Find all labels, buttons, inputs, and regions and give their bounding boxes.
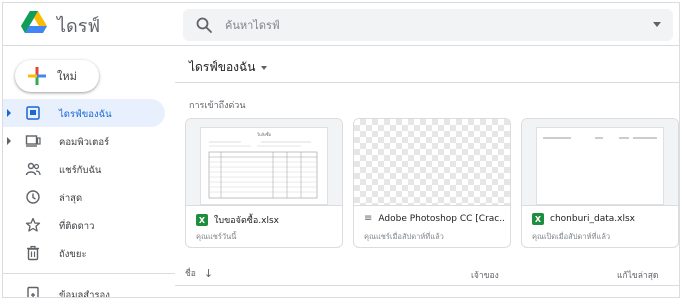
sidebar-item-trash[interactable]: ถังขยะ	[3, 239, 165, 267]
sidebar-item-backups[interactable]: ข้อมูลสำรอง	[3, 280, 165, 298]
file-thumbnail	[522, 119, 678, 205]
file-thumbnail	[354, 119, 510, 205]
clock-icon	[26, 190, 40, 204]
file-activity: คุณแชร์เมื่อสัปดาห์ที่แล้ว	[364, 232, 444, 241]
new-button[interactable]: ใหม่	[15, 60, 99, 92]
sidebar-item-label: ถังขยะ	[59, 249, 87, 260]
shared-icon	[25, 162, 41, 176]
column-name-header[interactable]: ชื่อ ↓	[185, 266, 213, 280]
search-icon[interactable]	[195, 16, 213, 34]
expand-caret-icon[interactable]	[7, 137, 11, 145]
sidebar-item-label: ข้อมูลสำรอง	[59, 290, 110, 298]
card-divider	[186, 205, 342, 206]
generic-file-icon: ≡	[364, 213, 373, 224]
file-name-text: chonburi_data.xlsx	[550, 214, 635, 224]
sheet-preview-graphic	[543, 137, 657, 139]
file-card[interactable]: ≡ Adobe Photoshop CC [Crac... คุณแชร์เมื…	[353, 118, 511, 248]
search-options-chevron-down-icon[interactable]	[653, 22, 661, 27]
sidebar-item-computers[interactable]: คอมพิวเตอร์	[3, 127, 165, 155]
file-thumbnail: ใบสั่งซื้อ	[186, 119, 342, 205]
title-divider	[175, 82, 679, 83]
thumb-caption: ใบสั่งซื้อ	[257, 130, 272, 137]
plus-icon	[28, 67, 46, 85]
sidebar-item-label: ล่าสุด	[59, 193, 83, 204]
excel-file-icon: X	[532, 213, 544, 225]
file-card[interactable]: ใบสั่งซื้อ X ใบขอจัดซื้อ.xlsx คุณแชร์วัน…	[185, 118, 343, 248]
sidebar-nav: ไดรฟ์ของฉัน คอมพิวเตอร์ แชร์กับฉัน ล่าสุ…	[3, 99, 175, 298]
sort-arrow-down-icon[interactable]: ↓	[204, 267, 213, 280]
sidebar-item-label: ที่ติดดาว	[59, 221, 95, 232]
file-activity: คุณแชร์วันนี้	[196, 232, 237, 241]
card-divider	[522, 205, 678, 206]
expand-caret-icon[interactable]	[7, 109, 11, 117]
file-name: X chonburi_data.xlsx	[532, 213, 672, 225]
sidebar-item-my-drive[interactable]: ไดรฟ์ของฉัน	[3, 99, 165, 127]
spreadsheet-preview: ใบสั่งซื้อ	[200, 127, 328, 205]
sheet-preview-graphic: ใบสั่งซื้อ	[208, 130, 318, 199]
column-modified-header[interactable]: แก้ไขล่าสุด	[617, 268, 658, 282]
app-title: ไดรฟ์	[57, 16, 101, 37]
drive-logo-icon[interactable]	[21, 11, 47, 35]
sidebar-item-label: คอมพิวเตอร์	[59, 137, 110, 148]
file-name: ≡ Adobe Photoshop CC [Crac...	[364, 213, 504, 224]
search-bar[interactable]	[183, 9, 673, 41]
file-card[interactable]: X chonburi_data.xlsx คุณเปิดเมื่อสัปดาห์…	[521, 118, 679, 248]
card-divider	[354, 205, 510, 206]
sidebar-divider	[3, 273, 175, 274]
my-drive-icon	[26, 106, 40, 120]
file-name-text: ใบขอจัดซื้อ.xlsx	[214, 216, 279, 226]
trash-icon	[27, 245, 39, 261]
backup-icon	[27, 286, 39, 297]
sidebar-item-recent[interactable]: ล่าสุด	[3, 183, 165, 211]
page-title: ไดรฟ์ของฉัน	[189, 60, 256, 74]
excel-file-icon: X	[196, 214, 208, 226]
top-bar: ไดรฟ์	[3, 3, 679, 46]
page-title-button[interactable]: ไดรฟ์ของฉัน	[189, 58, 268, 77]
new-button-label: ใหม่	[57, 70, 77, 83]
column-name-label: ชื่อ	[185, 269, 196, 279]
sidebar-item-shared-with-me[interactable]: แชร์กับฉัน	[3, 155, 165, 183]
star-icon	[25, 217, 41, 232]
file-list-header: ชื่อ ↓ เจ้าของ แก้ไขล่าสุด	[175, 260, 679, 286]
file-name-text: Adobe Photoshop CC [Crac...	[378, 213, 504, 224]
column-owner-header[interactable]: เจ้าของ	[471, 268, 499, 282]
file-activity: คุณเปิดเมื่อสัปดาห์ที่แล้ว	[532, 232, 611, 241]
main-content: ไดรฟ์ของฉัน การเข้าถึงด่วน ใบสั่งซื้อ X …	[175, 46, 679, 297]
chevron-down-icon	[261, 65, 268, 70]
drive-window: ไดรฟ์ ใหม่ ไดรฟ์ของฉัน	[2, 2, 680, 298]
file-name: X ใบขอจัดซื้อ.xlsx	[196, 213, 336, 227]
spreadsheet-preview	[536, 127, 664, 205]
computer-icon	[25, 135, 41, 147]
sidebar-item-label: ไดรฟ์ของฉัน	[59, 109, 112, 120]
quick-access-label: การเข้าถึงด่วน	[189, 101, 246, 111]
sidebar-item-label: แชร์กับฉัน	[59, 165, 102, 176]
search-input[interactable]	[225, 9, 605, 41]
sidebar-item-starred[interactable]: ที่ติดดาว	[3, 211, 165, 239]
